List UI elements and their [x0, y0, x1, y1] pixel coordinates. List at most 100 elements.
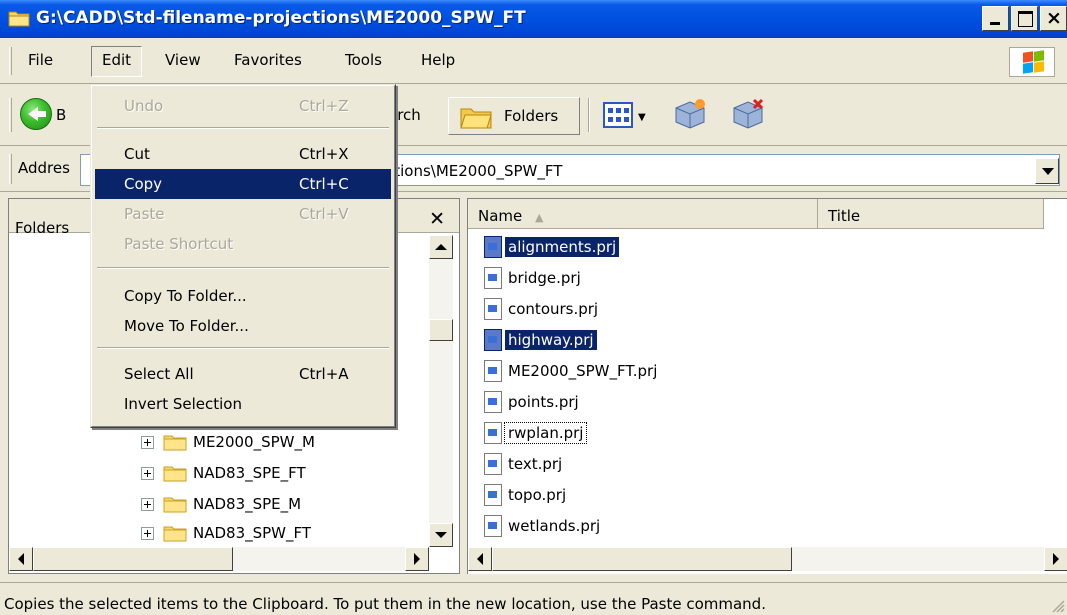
address-label: Addres [18, 159, 70, 177]
menu-item-shortcut: Ctrl+C [299, 175, 349, 193]
toolbar-grip[interactable] [9, 98, 12, 132]
expand-icon[interactable] [141, 526, 154, 540]
folders-icon [460, 108, 492, 129]
close-button[interactable]: × [1040, 6, 1067, 31]
scroll-up-button[interactable] [429, 235, 453, 259]
menu-item-copy-to-folder[interactable]: Copy To Folder... [95, 281, 391, 311]
views-icon[interactable] [603, 102, 633, 128]
menu-edit[interactable]: Edit [91, 46, 143, 77]
menu-item-label: Cut [124, 145, 150, 163]
expand-icon[interactable] [141, 435, 154, 449]
prj-file-icon [484, 422, 502, 444]
scroll-left-icon [18, 553, 24, 565]
expand-icon[interactable] [141, 497, 154, 511]
tree-item[interactable]: ME2000_SPW_M [141, 429, 315, 455]
file-name: alignments.prj [505, 237, 620, 257]
menu-item-select-all[interactable]: Select All Ctrl+A [95, 359, 391, 389]
menu-item-label: Undo [124, 97, 164, 115]
file-name: rwplan.prj [503, 422, 588, 444]
window-title: G:\CADD\Std-filename-projections\ME2000_… [36, 8, 526, 28]
back-label[interactable]: B [56, 106, 66, 124]
status-text: Copies the selected items to the Clipboa… [4, 595, 766, 613]
addressbar-grip[interactable] [9, 154, 12, 184]
column-name-label: Name [478, 207, 523, 225]
resize-grip-icon[interactable] [1049, 597, 1065, 613]
file-item[interactable]: wetlands.prj [484, 513, 603, 539]
file-item[interactable]: ME2000_SPW_FT.prj [484, 358, 660, 384]
address-value[interactable]: ctions\ME2000_SPW_FT [386, 162, 562, 180]
scroll-thumb[interactable] [492, 547, 792, 571]
files-horizontal-scrollbar[interactable] [468, 547, 1067, 571]
menu-favorites[interactable]: Favorites [230, 51, 306, 69]
back-button[interactable] [20, 98, 52, 130]
folders-close-icon[interactable]: ✕ [429, 208, 445, 230]
file-item[interactable]: topo.prj [484, 482, 569, 508]
toolbar-separator [588, 98, 590, 132]
menu-item-paste[interactable]: Paste Ctrl+V [95, 199, 391, 229]
menu-separator [97, 267, 389, 269]
file-name: points.prj [508, 393, 579, 411]
minimize-button[interactable] [982, 6, 1009, 31]
file-name: bridge.prj [508, 269, 581, 287]
scroll-right-button[interactable] [1044, 547, 1067, 571]
file-item[interactable]: contours.prj [484, 296, 601, 322]
address-dropdown-button[interactable] [1035, 158, 1059, 184]
scroll-left-button[interactable] [9, 547, 33, 571]
folder-icon [163, 435, 187, 451]
folders-button[interactable]: Folders [448, 97, 580, 135]
prj-file-icon [484, 515, 502, 537]
delete-icon[interactable] [730, 98, 766, 130]
file-name: ME2000_SPW_FT.prj [508, 362, 658, 380]
menu-help[interactable]: Help [417, 51, 459, 69]
menu-tools[interactable]: Tools [341, 51, 386, 69]
prj-file-icon [484, 484, 502, 506]
file-item[interactable]: points.prj [484, 389, 582, 415]
folder-icon [163, 497, 187, 513]
file-item[interactable]: alignments.prj [484, 234, 620, 260]
title-bar[interactable]: G:\CADD\Std-filename-projections\ME2000_… [0, 0, 1067, 38]
file-item[interactable]: text.prj [484, 451, 565, 477]
column-header-title[interactable]: Title [818, 199, 1044, 229]
menu-item-paste-shortcut[interactable]: Paste Shortcut [95, 229, 391, 259]
views-dropdown-icon[interactable]: ▼ [638, 112, 646, 123]
expand-icon[interactable] [141, 466, 154, 480]
scroll-thumb[interactable] [33, 547, 233, 571]
move-to-icon[interactable] [672, 98, 708, 130]
file-item[interactable]: bridge.prj [484, 265, 584, 291]
tree-item[interactable]: NAD83_SPW_FT [141, 522, 311, 544]
files-pane: Name ▲ Title alignments.prj bridge.prj c… [467, 198, 1067, 574]
folders-vertical-scrollbar[interactable] [429, 235, 453, 547]
edit-menu-dropdown: Undo Ctrl+Z Cut Ctrl+X Copy Ctrl+C Paste… [90, 84, 396, 428]
scroll-down-button[interactable] [429, 523, 453, 547]
scroll-right-button[interactable] [405, 547, 429, 571]
scroll-left-button[interactable] [468, 547, 492, 571]
prj-file-icon [484, 360, 502, 382]
file-name: text.prj [508, 455, 563, 473]
menu-separator [97, 127, 389, 129]
file-item[interactable]: rwplan.prj [484, 420, 588, 446]
tree-item[interactable]: NAD83_SPE_FT [141, 460, 306, 486]
menu-item-invert-selection[interactable]: Invert Selection [95, 389, 391, 419]
menu-item-copy[interactable]: Copy Ctrl+C [95, 169, 391, 199]
scroll-up-icon [435, 244, 447, 250]
tree-item[interactable]: NAD83_SPE_M [141, 491, 301, 517]
maximize-button[interactable] [1011, 6, 1038, 31]
column-header-name[interactable]: Name ▲ [468, 199, 818, 229]
scroll-down-icon [435, 532, 447, 538]
menu-item-cut[interactable]: Cut Ctrl+X [95, 139, 391, 169]
menu-item-move-to-folder[interactable]: Move To Folder... [95, 311, 391, 341]
scroll-thumb[interactable] [429, 319, 453, 341]
menu-file[interactable]: File [24, 51, 57, 69]
menu-view[interactable]: View [161, 51, 205, 69]
menubar-grip[interactable] [9, 47, 12, 75]
tree-item-label: ME2000_SPW_M [193, 433, 315, 451]
scroll-right-icon [414, 553, 420, 565]
menu-bar: File Edit View Favorites Tools Help [0, 38, 1067, 84]
folders-horizontal-scrollbar[interactable] [9, 547, 429, 571]
menu-item-shortcut: Ctrl+Z [299, 97, 349, 115]
file-item[interactable]: highway.prj [484, 327, 597, 353]
menu-item-undo[interactable]: Undo Ctrl+Z [95, 91, 391, 121]
windows-logo [1009, 47, 1055, 77]
menu-item-shortcut: Ctrl+V [299, 205, 349, 223]
menu-separator [97, 347, 389, 349]
